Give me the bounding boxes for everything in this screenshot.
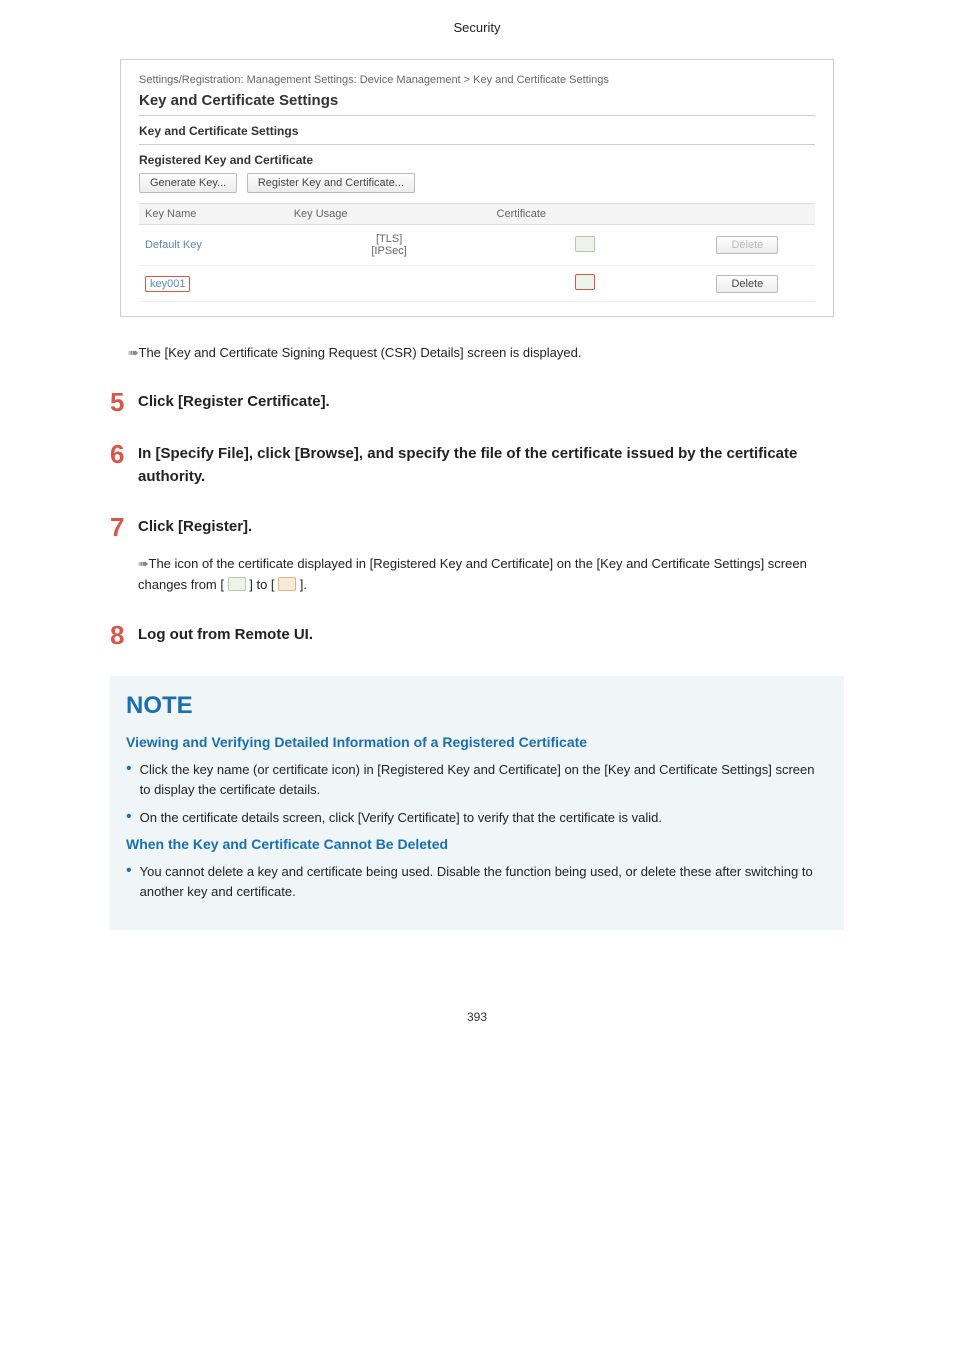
certificate-icon-after bbox=[278, 577, 296, 591]
key-usage: [TLS] [IPSec] bbox=[288, 225, 491, 266]
note-box: NOTE Viewing and Verifying Detailed Info… bbox=[110, 676, 844, 931]
bullet-icon: • bbox=[126, 808, 132, 828]
key-cert-table: Key Name Key Usage Certificate Default K… bbox=[139, 203, 815, 302]
bullet-icon: • bbox=[126, 862, 132, 902]
note-bullet: • On the certificate details screen, cli… bbox=[126, 808, 828, 828]
panel-title: Key and Certificate Settings bbox=[139, 92, 815, 109]
table-row: key001 Delete bbox=[139, 266, 815, 302]
note-bullet: • You cannot delete a key and certificat… bbox=[126, 862, 828, 902]
register-key-cert-button[interactable]: Register Key and Certificate... bbox=[247, 173, 415, 193]
col-key-usage: Key Usage bbox=[288, 204, 491, 225]
divider bbox=[139, 115, 815, 116]
note-title: NOTE bbox=[126, 692, 828, 720]
delete-button[interactable]: Delete bbox=[716, 275, 778, 293]
certificate-icon[interactable] bbox=[575, 274, 595, 290]
certificate-icon-before bbox=[228, 577, 246, 591]
col-certificate: Certificate bbox=[491, 204, 680, 225]
key-usage bbox=[288, 266, 491, 302]
key-name-link[interactable]: Default Key bbox=[145, 239, 202, 251]
breadcrumb: Settings/Registration: Management Settin… bbox=[139, 74, 815, 86]
step-7: 7 Click [Register]. bbox=[110, 516, 844, 540]
certificate-icon[interactable] bbox=[575, 236, 595, 252]
col-action bbox=[680, 204, 815, 225]
generate-key-button[interactable]: Generate Key... bbox=[139, 173, 237, 193]
key-name-link[interactable]: key001 bbox=[145, 276, 190, 292]
sub-text: ] to [ bbox=[249, 577, 278, 592]
note-subhead-delete: When the Key and Certificate Cannot Be D… bbox=[126, 836, 828, 852]
note-bullet: • Click the key name (or certificate ico… bbox=[126, 760, 828, 800]
divider bbox=[139, 144, 815, 145]
step-text: Log out from Remote UI. bbox=[138, 624, 844, 647]
step-text: In [Specify File], click [Browse], and s… bbox=[138, 443, 844, 488]
bullet-icon: • bbox=[126, 760, 132, 800]
step-number: 7 bbox=[110, 514, 138, 540]
step-text: Click [Register]. bbox=[138, 516, 844, 539]
step-number: 6 bbox=[110, 441, 138, 467]
step-text: Click [Register Certificate]. bbox=[138, 391, 844, 414]
bullet-text: You cannot delete a key and certificate … bbox=[140, 862, 828, 902]
step-6: 6 In [Specify File], click [Browse], and… bbox=[110, 443, 844, 488]
settings-screenshot: Settings/Registration: Management Settin… bbox=[120, 59, 834, 317]
page-header: Security bbox=[0, 20, 954, 35]
step-8: 8 Log out from Remote UI. bbox=[110, 624, 844, 648]
step-number: 5 bbox=[110, 389, 138, 415]
bullet-text: On the certificate details screen, click… bbox=[140, 808, 662, 828]
step-5: 5 Click [Register Certificate]. bbox=[110, 391, 844, 415]
page-number: 393 bbox=[0, 1010, 954, 1024]
note-subhead-viewing: Viewing and Verifying Detailed Informati… bbox=[126, 734, 828, 750]
col-key-name: Key Name bbox=[139, 204, 288, 225]
panel-subhead-registered: Registered Key and Certificate bbox=[139, 153, 815, 167]
table-row: Default Key [TLS] [IPSec] Delete bbox=[139, 225, 815, 266]
delete-button: Delete bbox=[716, 236, 778, 254]
panel-subhead: Key and Certificate Settings bbox=[139, 124, 815, 138]
step-7-sub: The icon of the certificate displayed in… bbox=[138, 554, 844, 596]
step-number: 8 bbox=[110, 622, 138, 648]
result-text: The [Key and Certificate Signing Request… bbox=[128, 345, 844, 361]
bullet-text: Click the key name (or certificate icon)… bbox=[140, 760, 828, 800]
sub-text: ]. bbox=[300, 577, 307, 592]
